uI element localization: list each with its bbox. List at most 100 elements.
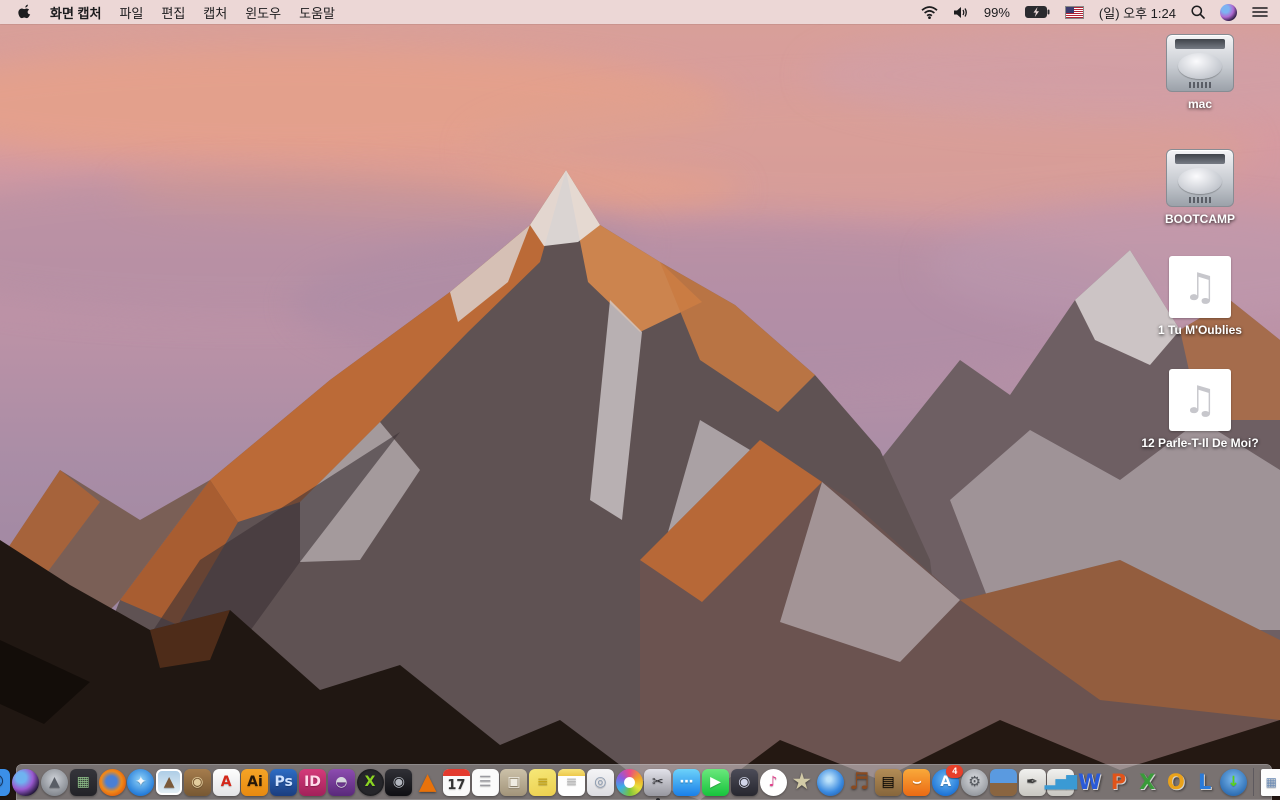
active-app-name[interactable]: 화면 캡처	[50, 3, 101, 22]
calendar-dock-icon[interactable]: 17	[442, 768, 470, 796]
app-store-dock-icon[interactable]: A4	[932, 764, 964, 796]
apple-logo-icon	[18, 4, 31, 19]
address-book-dock-icon[interactable]: ◉	[183, 768, 211, 796]
facetime-glyph: ▶	[710, 774, 721, 790]
desktop-icon-bootcamp[interactable]: BOOTCAMP	[1165, 149, 1235, 226]
preview-glyph: ◎	[594, 774, 607, 790]
desktop: 화면 캡처 파일 편집 캡처 윈도우 도움말 99% (일) 오후 1:24 m…	[0, 0, 1280, 800]
illustrator-dock-icon[interactable]: Ai	[241, 768, 269, 796]
launchpad-glyph: ▲	[49, 774, 60, 790]
pages-glyph: ✒	[1026, 774, 1038, 790]
grab-dock-icon[interactable]: ✂	[644, 768, 672, 800]
desktop-icon-label: 12 Parle-T-Il De Moi?	[1141, 436, 1259, 450]
indesign-glyph: ID	[304, 774, 321, 790]
spotlight-icon[interactable]	[1191, 5, 1205, 19]
menu-capture[interactable]: 캡처	[203, 3, 227, 22]
download-manager-dock-icon[interactable]: ↓	[1220, 768, 1248, 796]
photoshop-glyph: Ps	[274, 774, 293, 790]
illustrator-glyph: Ai	[247, 774, 263, 790]
safari-dock-icon[interactable]: ✦	[127, 768, 155, 796]
mission-control-dock-icon[interactable]: ▦	[69, 768, 97, 796]
desktop-icon-label: BOOTCAMP	[1165, 212, 1235, 226]
indesign-dock-icon[interactable]: ID	[299, 768, 327, 796]
desktop-icon-mac[interactable]: mac	[1166, 34, 1234, 111]
photos-dock-icon[interactable]	[615, 768, 643, 796]
menu-window[interactable]: 윈도우	[245, 3, 281, 22]
vlc-dock-icon[interactable]: ▲	[414, 769, 441, 796]
wallpaper-sierra-mountain	[0, 0, 1280, 800]
facetime-dock-icon[interactable]: ▶	[701, 768, 729, 796]
apple-menu[interactable]	[18, 4, 32, 20]
pages-dock-icon[interactable]: ✒	[1018, 768, 1046, 796]
preview-dock-icon[interactable]: ◎	[586, 768, 614, 796]
outlook-dock-icon[interactable]: O	[1162, 769, 1189, 796]
desktop-icon-audio-2[interactable]: ♫ 12 Parle-T-Il De Moi?	[1141, 369, 1259, 450]
desktop-icon-audio-1[interactable]: ♫ 1 Tu M'Oublies	[1158, 256, 1242, 337]
finder-glyph: ☺	[0, 775, 4, 789]
photo-booth-dock-icon[interactable]: ◉	[730, 768, 758, 796]
menu-file[interactable]: 파일	[119, 3, 143, 22]
archive-utility-glyph: ▣	[507, 774, 521, 790]
archive-utility-dock-icon[interactable]: ▣	[500, 768, 528, 796]
input-source-flag-icon[interactable]	[1064, 5, 1084, 19]
itunes-dock-icon[interactable]: ♪	[759, 768, 787, 796]
lync-glyph: L	[1198, 769, 1212, 794]
photo-print-glyph: ▲	[163, 774, 175, 790]
menu-bar-clock[interactable]: (일) 오후 1:24	[1099, 3, 1176, 22]
photo-print-dock-icon[interactable]: ▲	[156, 769, 183, 795]
toast-glyph: ◓	[335, 774, 348, 790]
hard-drive-icon	[1166, 34, 1234, 92]
keynote-dock-icon[interactable]	[989, 768, 1017, 796]
notes-dock-icon[interactable]: ≡	[558, 768, 586, 796]
acrobat-reader-glyph: A	[220, 774, 232, 790]
launchpad-dock-icon[interactable]: ▲	[40, 768, 68, 796]
reminders-dock-icon[interactable]: ☰	[471, 768, 499, 796]
wifi-icon[interactable]	[921, 5, 938, 19]
desktop-icon-column: mac BOOTCAMP ♫ 1 Tu M'Oublies ♫ 12 Parle…	[1138, 34, 1262, 450]
stickies-glyph: ≡	[536, 774, 549, 790]
disk-tool-dock-icon[interactable]: ◉	[385, 768, 413, 796]
messages-dock-icon[interactable]: ⋯	[673, 768, 701, 796]
menu-edit[interactable]: 편집	[161, 3, 185, 22]
iweb-glyph: ▤	[881, 774, 895, 790]
reminders-glyph: ☰	[478, 774, 492, 790]
idvd-dock-icon[interactable]	[817, 768, 845, 796]
imovie-dock-icon[interactable]: ★	[788, 769, 815, 796]
acrobat-reader-dock-icon[interactable]: A	[212, 768, 240, 796]
siri-dock-icon[interactable]	[12, 768, 40, 796]
imovie-glyph: ★	[791, 768, 813, 795]
garageband-dock-icon[interactable]: ♬	[846, 769, 873, 796]
word-dock-icon[interactable]: W	[1076, 769, 1103, 796]
menu-help[interactable]: 도움말	[299, 3, 335, 22]
photo-booth-glyph: ◉	[738, 774, 751, 790]
finder-dock-icon[interactable]: ☺	[0, 768, 11, 796]
volume-icon[interactable]	[953, 6, 969, 19]
dock-separator	[1253, 768, 1255, 796]
powerpoint-dock-icon[interactable]: P	[1105, 769, 1132, 796]
menu-bar: 화면 캡처 파일 편집 캡처 윈도우 도움말 99% (일) 오후 1:24	[0, 0, 1280, 24]
system-preferences-glyph: ⚙	[968, 774, 981, 790]
firefox-dock-icon[interactable]	[98, 768, 126, 796]
battery-percent: 99%	[983, 4, 1010, 20]
excel-glyph: X	[1139, 769, 1156, 794]
iweb-dock-icon[interactable]: ▤	[874, 768, 902, 796]
photoshop-dock-icon[interactable]: Ps	[270, 768, 298, 796]
numbers-dock-icon[interactable]: ▂▅▇	[1045, 768, 1077, 796]
x-media-dock-icon[interactable]: X	[356, 768, 384, 796]
calendar-glyph: 17	[447, 777, 466, 793]
pdf-document-dock-icon[interactable]: ▦	[1260, 768, 1280, 796]
safari-glyph: ✦	[134, 774, 147, 790]
itunes-glyph: ♪	[768, 774, 778, 790]
vlc-glyph: ▲	[418, 768, 437, 795]
lync-dock-icon[interactable]: L	[1191, 769, 1218, 796]
toast-dock-icon[interactable]: ◓	[327, 768, 355, 796]
ibooks-dock-icon[interactable]: ⌣	[903, 768, 931, 796]
siri-icon[interactable]	[1220, 3, 1237, 21]
stickies-dock-icon[interactable]: ≡	[529, 768, 557, 796]
pdf-document-glyph: ▦	[1265, 775, 1277, 789]
system-preferences-dock-icon[interactable]: ⚙	[960, 768, 988, 796]
battery-charging-icon[interactable]	[1024, 6, 1050, 18]
notification-center-icon[interactable]	[1252, 6, 1268, 18]
hard-drive-icon	[1166, 149, 1234, 207]
excel-dock-icon[interactable]: X	[1134, 769, 1161, 796]
